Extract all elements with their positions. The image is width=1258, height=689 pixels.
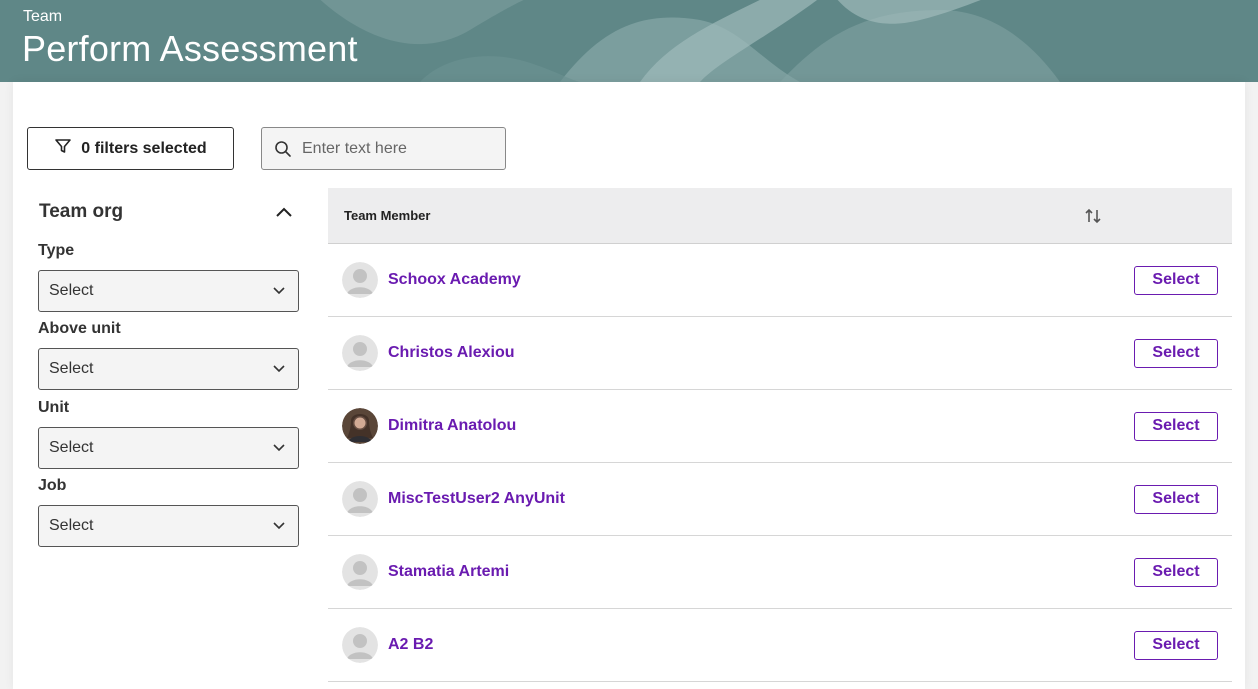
above-unit-select-value: Select: [49, 360, 94, 377]
job-filter-label: Job: [38, 477, 67, 494]
unit-select-value: Select: [49, 439, 94, 456]
filters-button[interactable]: 0 filters selected: [27, 127, 234, 170]
table-row: A2 B2 Select: [328, 609, 1232, 682]
above-unit-select[interactable]: Select: [38, 348, 299, 390]
team-member-cell: A2 B2: [342, 627, 433, 663]
filters-button-label: 0 filters selected: [81, 139, 207, 157]
team-org-section-header[interactable]: Team org: [38, 190, 299, 234]
default-user-icon: [342, 627, 378, 663]
page-title: Perform Assessment: [22, 28, 358, 69]
avatar: [342, 408, 378, 444]
default-user-icon: [342, 335, 378, 371]
filter-sidebar: Team org: [38, 190, 299, 234]
select-button[interactable]: Select: [1134, 411, 1218, 441]
table-header: Team Member: [328, 188, 1232, 244]
team-member-name[interactable]: A2 B2: [388, 636, 433, 654]
team-member-name[interactable]: Stamatia Artemi: [388, 563, 509, 581]
team-member-name[interactable]: Dimitra Anatolou: [388, 417, 516, 435]
team-member-cell: Schoox Academy: [342, 262, 521, 298]
select-button[interactable]: Select: [1134, 557, 1218, 587]
page-banner: Team Perform Assessment: [0, 0, 1258, 82]
above-unit-filter-label: Above unit: [38, 320, 121, 337]
team-member-column-header: Team Member: [344, 208, 431, 223]
table-row: Schoox Academy Select: [328, 244, 1232, 317]
above-unit-filter-group: Above unit Select: [38, 320, 299, 390]
unit-select[interactable]: Select: [38, 427, 299, 469]
search-box[interactable]: [261, 127, 506, 170]
chevron-down-icon: [272, 282, 286, 300]
job-filter-group: Job Select: [38, 477, 299, 547]
type-filter-label: Type: [38, 242, 75, 259]
avatar: [342, 335, 378, 371]
user-photo-icon: [342, 408, 378, 444]
avatar: [342, 481, 378, 517]
sort-arrows-icon[interactable]: [1084, 208, 1102, 224]
select-button[interactable]: Select: [1134, 338, 1218, 368]
team-member-name[interactable]: Christos Alexiou: [388, 344, 515, 362]
job-select-value: Select: [49, 517, 94, 534]
select-button[interactable]: Select: [1134, 265, 1218, 295]
chevron-down-icon: [272, 517, 286, 535]
type-select-value: Select: [49, 282, 94, 299]
avatar: [342, 262, 378, 298]
table-row: Dimitra Anatolou Select: [328, 390, 1232, 463]
default-user-icon: [342, 262, 378, 298]
table-row: MiscTestUser2 AnyUnit Select: [328, 463, 1232, 536]
unit-filter-group: Unit Select: [38, 399, 299, 469]
filter-funnel-icon: [54, 137, 72, 160]
table-row: Stamatia Artemi Select: [328, 536, 1232, 609]
avatar: [342, 627, 378, 663]
chevron-down-icon: [272, 439, 286, 457]
search-input[interactable]: [302, 139, 497, 158]
team-member-cell: Stamatia Artemi: [342, 554, 509, 590]
team-member-cell: MiscTestUser2 AnyUnit: [342, 481, 565, 517]
chevron-up-icon[interactable]: [275, 206, 293, 218]
team-member-table: Team Member Schoox Academy Select Christ…: [328, 188, 1232, 682]
table-row: Christos Alexiou Select: [328, 317, 1232, 390]
page-eyebrow: Team: [23, 8, 63, 25]
team-member-name[interactable]: MiscTestUser2 AnyUnit: [388, 490, 565, 508]
default-user-icon: [342, 481, 378, 517]
select-button[interactable]: Select: [1134, 630, 1218, 660]
avatar: [342, 554, 378, 590]
team-member-name[interactable]: Schoox Academy: [388, 271, 521, 289]
type-select[interactable]: Select: [38, 270, 299, 312]
unit-filter-label: Unit: [38, 399, 70, 416]
select-button[interactable]: Select: [1134, 484, 1218, 514]
team-member-cell: Christos Alexiou: [342, 335, 515, 371]
chevron-down-icon: [272, 360, 286, 378]
type-filter-group: Type Select: [38, 242, 299, 312]
default-user-icon: [342, 554, 378, 590]
team-member-cell: Dimitra Anatolou: [342, 408, 516, 444]
search-icon: [262, 140, 302, 158]
job-select[interactable]: Select: [38, 505, 299, 547]
team-org-title: Team org: [39, 201, 124, 222]
